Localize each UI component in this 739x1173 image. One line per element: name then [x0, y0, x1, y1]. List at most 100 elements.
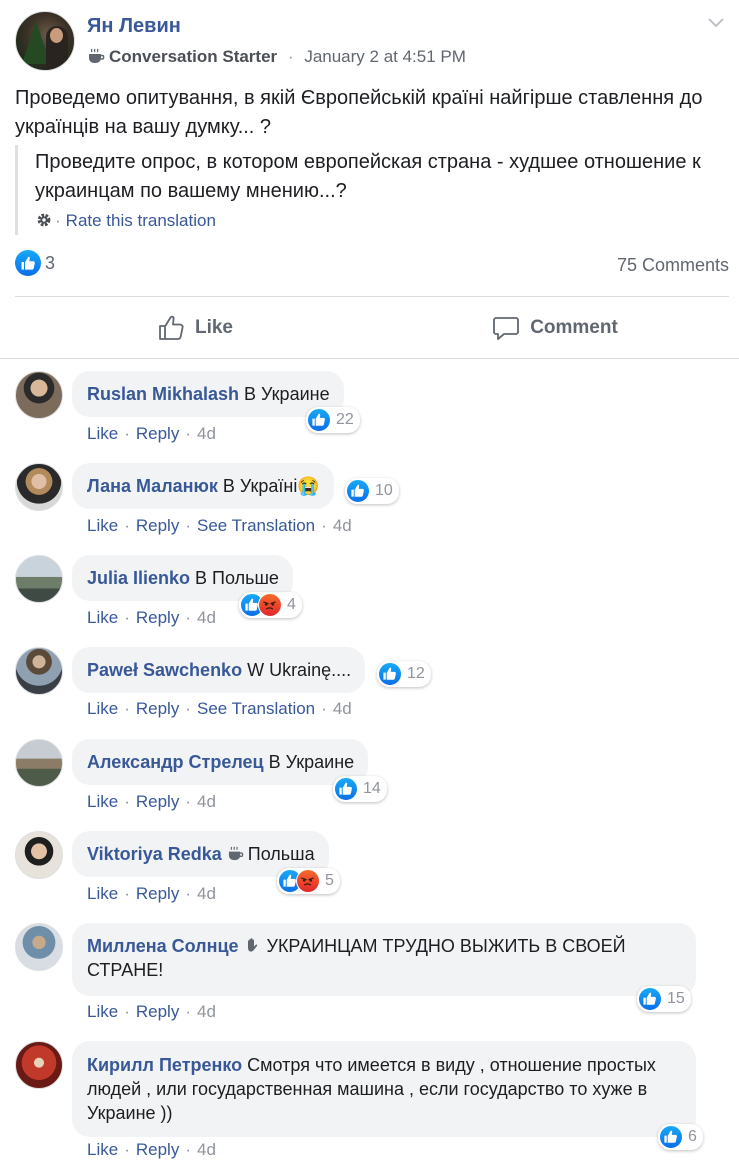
post-timestamp[interactable]: January 2 at 4:51 PM — [304, 47, 466, 66]
separator: · — [321, 699, 327, 718]
comment-count[interactable]: 75 Comments — [617, 255, 729, 276]
rate-translation-row: · Rate this translation — [35, 211, 720, 231]
separator: · — [124, 884, 130, 903]
comment-like-link[interactable]: Like — [87, 1140, 118, 1159]
comment-like-link[interactable]: Like — [87, 884, 118, 903]
divider — [0, 358, 739, 359]
separator: · — [185, 516, 191, 535]
gear-icon[interactable] — [35, 211, 53, 229]
avatar[interactable] — [15, 1041, 63, 1089]
avatar[interactable] — [15, 555, 63, 603]
comment-time[interactable]: 4d — [197, 884, 216, 903]
like-reaction-icon[interactable] — [15, 250, 41, 276]
comment-text: В Польше — [195, 568, 279, 588]
separator: · — [124, 608, 130, 627]
separator: · — [124, 516, 130, 535]
comment-time[interactable]: 4d — [197, 1002, 216, 1021]
chevron-down-icon[interactable] — [707, 17, 725, 29]
avatar[interactable] — [15, 923, 63, 971]
comment-button[interactable]: Comment — [480, 300, 630, 356]
reaction-summary[interactable]: 14 — [333, 776, 387, 802]
comment-time[interactable]: 4d — [197, 1140, 216, 1159]
rate-translation-link[interactable]: Rate this translation — [66, 211, 216, 230]
like-reaction-icon — [659, 1125, 683, 1149]
commenter-name[interactable]: Лана Маланюк — [87, 476, 218, 496]
comment-reply-link[interactable]: Reply — [136, 884, 179, 903]
comment: Viktoriya Redka Польша 5 Like · Reply · 4d — [15, 831, 739, 906]
avatar[interactable] — [15, 739, 63, 787]
comment-like-link[interactable]: Like — [87, 608, 118, 627]
comment-like-link[interactable]: Like — [87, 1002, 118, 1021]
commenter-name[interactable]: Julia Ilienko — [87, 568, 190, 588]
comment: Ruslan Mikhalash В Украине 22 Like · Reply ·… — [15, 371, 739, 446]
comment-reply-link[interactable]: Reply — [136, 1140, 179, 1159]
see-translation-link[interactable]: See Translation — [197, 699, 315, 718]
conversation-starter-badge[interactable]: Conversation Starter — [109, 47, 277, 66]
comment-actions: Like · Reply · 4d — [87, 884, 216, 904]
comment: Александр Стрелец В Украине 14 Like · Reply… — [15, 739, 739, 814]
separator: · — [124, 1140, 130, 1159]
comment: Лана Маланюк В Україні😭 10 Like · Reply · See… — [15, 463, 739, 538]
reaction-summary[interactable]: 15 — [637, 986, 691, 1012]
comment-actions: Like · Reply · 4d — [87, 792, 216, 812]
comment-like-link[interactable]: Like — [87, 424, 118, 443]
comment-time[interactable]: 4d — [197, 608, 216, 627]
comment-time[interactable]: 4d — [197, 792, 216, 811]
reaction-summary[interactable]: 4 — [239, 592, 302, 618]
post-actions: Like Comment — [15, 300, 729, 356]
comment-reply-link[interactable]: Reply — [136, 608, 179, 627]
comment-bubble: Paweł Sawchenko W Ukrainę.... — [72, 647, 366, 693]
reaction-count: 14 — [363, 780, 381, 797]
commenter-name[interactable]: Ruslan Mikhalash — [87, 384, 239, 404]
comment: Paweł Sawchenko W Ukrainę.... 12 Like · Rep… — [15, 647, 739, 722]
separator: · — [185, 884, 191, 903]
avatar[interactable] — [15, 831, 63, 879]
like-reaction-icon — [638, 987, 662, 1011]
reaction-summary[interactable]: 6 — [658, 1124, 703, 1150]
separator: · — [124, 424, 130, 443]
reaction-count: 10 — [375, 482, 393, 499]
comment-text: W Ukrainę.... — [247, 660, 352, 680]
reaction-summary[interactable]: 12 — [377, 661, 431, 687]
comment-like-link[interactable]: Like — [87, 699, 118, 718]
comment-time[interactable]: 4d — [333, 699, 352, 718]
speech-bubble-icon — [493, 317, 520, 340]
see-translation-link[interactable]: See Translation — [197, 516, 315, 535]
author-name[interactable]: Ян Левин — [87, 15, 181, 38]
commenter-name[interactable]: Миллена Солнце — [87, 936, 239, 956]
comment-like-link[interactable]: Like — [87, 792, 118, 811]
commenter-name[interactable]: Paweł Sawchenko — [87, 660, 242, 680]
separator: · — [124, 1002, 130, 1021]
commenter-name[interactable]: Viktoriya Redka — [87, 844, 222, 864]
like-reaction-icon — [307, 408, 331, 432]
author-avatar[interactable] — [15, 11, 75, 71]
separator: · — [124, 699, 130, 718]
commenter-name[interactable]: Кирилл Петренко — [87, 1055, 242, 1075]
comment-bubble: Ruslan Mikhalash В Украине — [72, 371, 344, 417]
reaction-summary[interactable]: 22 — [306, 407, 360, 433]
avatar[interactable] — [15, 371, 63, 419]
comment-actions: Like · Reply · 4d — [87, 1002, 216, 1022]
comment-like-link[interactable]: Like — [87, 516, 118, 535]
comment-reply-link[interactable]: Reply — [136, 792, 179, 811]
reaction-count: 12 — [407, 665, 425, 682]
like-count[interactable]: 3 — [45, 253, 55, 273]
comment-reply-link[interactable]: Reply — [136, 699, 179, 718]
like-button[interactable]: Like — [145, 300, 245, 356]
avatar[interactable] — [15, 647, 63, 695]
comment-time[interactable]: 4d — [197, 424, 216, 443]
reaction-summary[interactable]: 10 — [345, 478, 399, 504]
separator: · — [321, 516, 327, 535]
comment-reply-link[interactable]: Reply — [136, 424, 179, 443]
commenter-name[interactable]: Александр Стрелец — [87, 752, 264, 772]
avatar[interactable] — [15, 463, 63, 511]
comment-time[interactable]: 4d — [333, 516, 352, 535]
meta-separator: · — [287, 47, 294, 66]
reaction-summary[interactable]: 5 — [277, 868, 340, 894]
comment-reply-link[interactable]: Reply — [136, 516, 179, 535]
rate-separator: · — [55, 211, 61, 230]
comment-text: Польша — [247, 844, 315, 864]
comment-reply-link[interactable]: Reply — [136, 1002, 179, 1021]
like-reaction-icon — [334, 777, 358, 801]
separator: · — [185, 699, 191, 718]
